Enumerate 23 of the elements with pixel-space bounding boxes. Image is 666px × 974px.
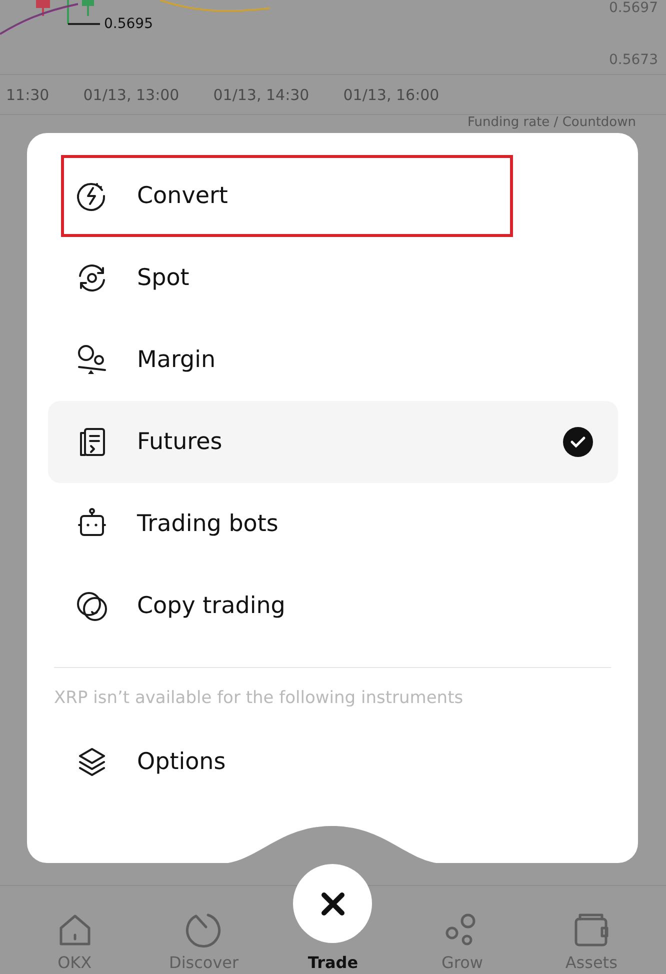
menu-item[interactable]: Options: [48, 730, 618, 794]
price-label: 0.5697: [609, 0, 658, 16]
compass-icon: [184, 911, 223, 949]
unavailable-note: XRP isn’t available for the following instruments: [54, 688, 464, 708]
price-label: 0.5695: [104, 16, 153, 32]
menu-item[interactable]: Trading bots: [48, 483, 618, 565]
time-label: 01/13, 14:30: [213, 86, 310, 104]
menu-item[interactable]: Copy trading: [48, 565, 618, 647]
nav-label[interactable]: Trade: [308, 953, 358, 972]
funding-rate-label: Funding rate / Countdown: [468, 115, 636, 132]
smile-circles-icon: [75, 589, 109, 623]
scale-icon: [75, 343, 109, 377]
time-label: 01/13, 16:00: [343, 86, 440, 104]
price-label: 0.5673: [609, 52, 658, 68]
menu-item[interactable]: Futures: [48, 401, 618, 483]
menu-item[interactable]: Spot: [48, 237, 618, 319]
wallet-icon: [572, 911, 610, 949]
menu-item[interactable]: Margin: [48, 319, 618, 401]
close-icon: [320, 890, 346, 916]
check-icon: [562, 426, 594, 458]
menu-item[interactable]: Convert: [61, 155, 513, 237]
time-label: 11:30: [6, 86, 50, 104]
time-label: 01/13, 13:00: [83, 86, 180, 104]
